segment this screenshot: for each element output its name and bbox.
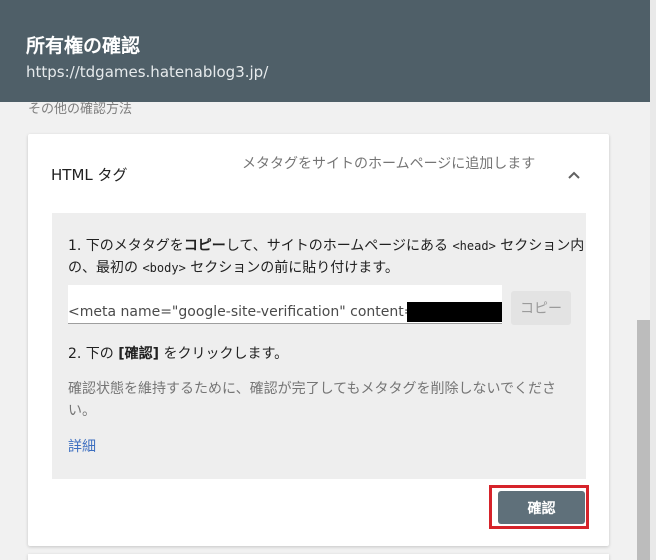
method-description[interactable]: メタタグをサイトのホームページに追加します bbox=[242, 153, 552, 175]
redacted-value bbox=[407, 302, 502, 322]
copy-button[interactable]: コピー bbox=[511, 291, 571, 325]
scrollbar-thumb[interactable] bbox=[637, 320, 650, 560]
other-methods-heading: その他の確認方法 bbox=[28, 102, 133, 117]
site-url: https://tdgames.hatenablog3.jp/ bbox=[26, 63, 269, 81]
next-card-edge bbox=[28, 554, 609, 560]
instructions-panel: 1. 下のメタタグをコピーして、サイトのホームページにある <head> セクシ… bbox=[52, 213, 586, 479]
step-1-text: 1. 下のメタタグをコピーして、サイトのホームページにある <head> セクシ… bbox=[68, 238, 585, 276]
dialog-title: 所有権の確認 bbox=[26, 35, 141, 57]
meta-tag-text: <meta name="google-site-verification" co… bbox=[68, 304, 422, 320]
page-backdrop bbox=[650, 0, 656, 560]
details-link[interactable]: 詳細 bbox=[68, 436, 96, 456]
method-name[interactable]: HTML タグ bbox=[51, 164, 128, 185]
ownership-verification-dialog: 所有権の確認 https://tdgames.hatenablog3.jp/ そ… bbox=[0, 0, 650, 560]
meta-tag-underline bbox=[68, 323, 502, 324]
keep-tag-note: 確認状態を維持するために、確認が完了してもメタタグを削除しないでください。 bbox=[68, 381, 557, 419]
chevron-up-icon[interactable] bbox=[560, 162, 588, 188]
dialog-header: 所有権の確認 https://tdgames.hatenablog3.jp/ bbox=[0, 0, 650, 102]
step-2-text: 2. 下の [確認] をクリックします。 bbox=[68, 346, 289, 362]
confirm-highlight-box bbox=[489, 485, 589, 529]
meta-tag-field[interactable]: <meta name="google-site-verification" co… bbox=[68, 285, 502, 323]
